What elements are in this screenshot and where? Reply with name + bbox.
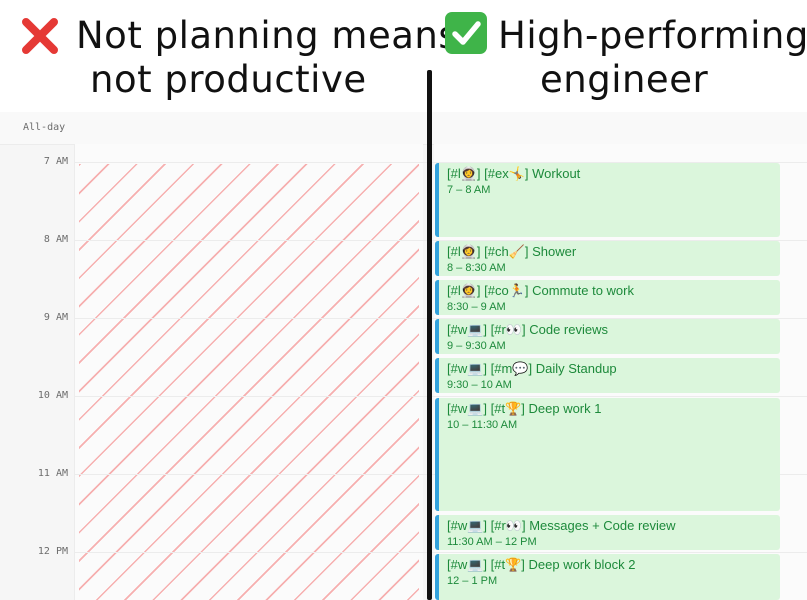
right-title-line-2: engineer (540, 58, 709, 101)
left-title-line-2: not productive (90, 58, 367, 101)
event-time: 12 – 1 PM (447, 575, 498, 587)
event-workout[interactable]: [#l👩‍🚀] [#ex🤸] Workout 7 – 8 AM (435, 163, 780, 237)
event-time: 8:30 – 9 AM (447, 301, 506, 313)
all-day-row[interactable]: All-day (0, 112, 807, 145)
event-time: 7 – 8 AM (447, 184, 491, 196)
event-title: [#l👩‍🚀] [#co🏃] Commute to work (447, 283, 634, 298)
event-color-bar (435, 163, 439, 237)
event-title: [#w💻] [#m💬] Daily Standup (447, 361, 617, 376)
gridline-12pm (74, 552, 807, 553)
event-time: 8 – 8:30 AM (447, 262, 506, 274)
event-title: [#l👩‍🚀] [#ch🧹] Shower (447, 244, 577, 259)
time-label-11am: 11 AM (37, 468, 68, 479)
left-title-line-1: Not planning means (76, 14, 459, 57)
event-daily-standup[interactable]: [#w💻] [#m💬] Daily Standup 9:30 – 10 AM (435, 358, 780, 393)
event-title: [#w💻] [#r👀] Messages + Code review (447, 518, 676, 533)
event-color-bar (435, 280, 439, 315)
event-title: [#w💻] [#r👀] Code reviews (447, 322, 608, 337)
event-time: 10 – 11:30 AM (447, 419, 518, 431)
empty-day-column[interactable] (74, 144, 423, 600)
right-title-line-1: High-performing (498, 14, 807, 57)
event-color-bar (435, 515, 439, 550)
time-label-7am: 7 AM (43, 156, 68, 167)
event-color-bar (435, 554, 439, 600)
time-label-10am: 10 AM (37, 390, 68, 401)
event-time: 9:30 – 10 AM (447, 379, 512, 391)
event-shower[interactable]: [#l👩‍🚀] [#ch🧹] Shower 8 – 8:30 AM (435, 241, 780, 276)
red-cross-icon (18, 14, 62, 58)
event-deep-work-block-2[interactable]: [#w💻] [#t🏆] Deep work block 2 12 – 1 PM (435, 554, 780, 600)
green-check-icon (445, 12, 487, 54)
comparison-image: Not planning means not productive High-p… (0, 0, 807, 600)
center-divider (427, 70, 432, 600)
hatched-unplanned-area (79, 164, 419, 600)
time-label-12pm: 12 PM (37, 546, 68, 557)
event-color-bar (435, 398, 439, 511)
event-title: [#w💻] [#t🏆] Deep work 1 (447, 401, 602, 416)
event-deep-work-1[interactable]: [#w💻] [#t🏆] Deep work 1 10 – 11:30 AM (435, 398, 780, 511)
event-commute[interactable]: [#l👩‍🚀] [#co🏃] Commute to work 8:30 – 9 … (435, 280, 780, 315)
event-color-bar (435, 358, 439, 393)
event-time: 11:30 AM – 12 PM (447, 536, 537, 548)
time-label-9am: 9 AM (43, 312, 68, 323)
event-title: [#w💻] [#t🏆] Deep work block 2 (447, 557, 636, 572)
event-color-bar (435, 319, 439, 354)
event-messages-code-review[interactable]: [#w💻] [#r👀] Messages + Code review 11:30… (435, 515, 780, 550)
event-time: 9 – 9:30 AM (447, 340, 506, 352)
time-label-8am: 8 AM (43, 234, 68, 245)
event-code-reviews[interactable]: [#w💻] [#r👀] Code reviews 9 – 9:30 AM (435, 319, 780, 354)
all-day-label: All-day (23, 122, 66, 133)
event-title: [#l👩‍🚀] [#ex🤸] Workout (447, 166, 581, 181)
event-color-bar (435, 241, 439, 276)
gridline-10am (74, 396, 807, 397)
